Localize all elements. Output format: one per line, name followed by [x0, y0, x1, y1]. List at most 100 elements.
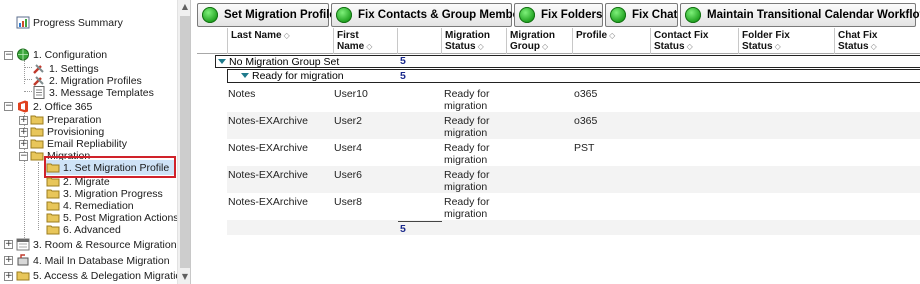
button-label: Set Migration Profile — [224, 9, 336, 21]
table-row[interactable]: Notes User10 Ready for migration o365 — [227, 85, 920, 112]
sort-icon: ◇ — [686, 42, 693, 51]
tree-item-access-delegation-migration[interactable]: 5. Access & Delegation Migration — [16, 268, 187, 283]
set-migration-profile-button[interactable]: Set Migration Profile — [197, 3, 336, 27]
cell-first-name: User2 — [334, 115, 363, 127]
tree-connector — [24, 79, 32, 80]
button-label: Maintain Transitional Calendar Workflow — [707, 9, 920, 21]
tree-item-advanced[interactable]: 6. Advanced — [46, 222, 121, 237]
button-label: Fix Contacts & Group Members — [358, 9, 530, 21]
group-header[interactable]: Ready for migration — [241, 69, 344, 82]
scroll-up-arrow-icon[interactable]: ▲ — [178, 0, 190, 14]
column-header-folder-fix-status[interactable]: Folder Fix Status ◇ — [739, 28, 835, 54]
expand-toggle[interactable]: + — [4, 240, 13, 249]
total-count: 5 — [400, 223, 406, 235]
folder-icon — [16, 271, 30, 281]
footer-row — [227, 220, 920, 235]
report-icon — [16, 16, 30, 29]
expand-triangle-icon[interactable] — [218, 59, 226, 64]
fix-contacts-group-members-button[interactable]: Fix Contacts & Group Members — [331, 3, 530, 27]
column-label: Last Name — [231, 30, 282, 41]
tree-item-label: 6. Advanced — [63, 223, 121, 236]
cell-last-name: Notes-EXArchive — [228, 142, 308, 154]
expand-toggle[interactable]: + — [19, 140, 28, 149]
sort-icon: ◇ — [609, 31, 616, 40]
green-circle-icon — [202, 7, 218, 23]
collapse-toggle[interactable]: − — [4, 102, 13, 111]
column-header-chat-fix-status[interactable]: Chat Fix Status ◇ — [835, 28, 920, 54]
table-row[interactable]: Notes-EXArchive User4 Ready for migratio… — [227, 139, 920, 166]
cell-first-name: User4 — [334, 142, 363, 154]
cell-last-name: Notes-EXArchive — [228, 196, 308, 208]
expand-toggle[interactable]: + — [19, 128, 28, 137]
tree-item-label: 4. Mail In Database Migration — [33, 254, 170, 267]
green-circle-icon — [685, 7, 701, 23]
cell-last-name: Notes-EXArchive — [228, 115, 308, 127]
tree-item-room-resource-migration[interactable]: 3. Room & Resource Migration — [16, 237, 177, 252]
folder-icon — [30, 151, 44, 161]
group-count: 5 — [400, 55, 406, 67]
table-row[interactable]: Notes-EXArchive User6 Ready for migratio… — [227, 166, 920, 193]
sort-icon: ◇ — [870, 42, 877, 51]
mailbox-icon — [17, 254, 29, 266]
globe-icon — [17, 48, 29, 61]
green-circle-icon — [610, 7, 626, 23]
cell-first-name: User6 — [334, 169, 363, 181]
cell-migration-status: Ready for migration — [444, 169, 490, 193]
column-label: Profile — [576, 30, 608, 41]
action-toolbar: Set Migration Profile Fix Contacts & Gro… — [197, 3, 920, 27]
column-label: Folder Fix Status — [742, 30, 790, 52]
cell-migration-status: Ready for migration — [444, 196, 490, 220]
folder-icon — [46, 225, 60, 235]
tree-item-progress-summary[interactable]: Progress Summary — [16, 15, 123, 30]
cell-last-name: Notes — [228, 88, 256, 100]
column-label: Contact Fix Status — [654, 30, 709, 52]
table-row[interactable]: Notes-EXArchive User2 Ready for migratio… — [227, 112, 920, 139]
sort-icon: ◇ — [366, 42, 373, 51]
cell-migration-status: Ready for migration — [444, 115, 490, 139]
scroll-down-arrow-icon[interactable]: ▼ — [178, 270, 190, 284]
column-header-migration-status[interactable]: Migration Status ◇ — [442, 28, 507, 54]
collapse-toggle[interactable]: − — [19, 152, 28, 161]
green-circle-icon — [336, 7, 352, 23]
navigation-tree: Progress Summary − 1. Configuration 1. S… — [0, 0, 191, 284]
expand-triangle-icon[interactable] — [241, 73, 249, 78]
cell-profile: o365 — [574, 115, 598, 127]
tree-item-message-templates[interactable]: 3. Message Templates — [32, 85, 154, 100]
fix-chat-button[interactable]: Fix Chat — [605, 3, 678, 27]
expand-toggle[interactable]: + — [4, 272, 13, 281]
column-header-contact-fix-status[interactable]: Contact Fix Status ◇ — [651, 28, 739, 54]
column-label: Migration Group — [510, 30, 555, 52]
cell-last-name: Notes-EXArchive — [228, 169, 308, 181]
users-grid: Last Name ◇ First Name ◇ Migration Status ◇… — [197, 28, 920, 284]
collapse-toggle[interactable]: − — [4, 51, 13, 60]
sort-icon: ◇ — [774, 42, 781, 51]
scrollbar-thumb[interactable] — [180, 16, 190, 268]
column-header-migration-group[interactable]: Migration Group ◇ — [507, 28, 573, 54]
tree-item-mail-in-database-migration[interactable]: 4. Mail In Database Migration — [16, 253, 170, 268]
tree-item-configuration[interactable]: 1. Configuration — [16, 47, 107, 62]
cell-profile: PST — [574, 142, 595, 154]
document-icon — [33, 86, 45, 99]
tree-item-label: 5. Access & Delegation Migration — [33, 269, 188, 282]
fix-folders-button[interactable]: Fix Folders — [514, 3, 603, 27]
column-header-profile[interactable]: Profile ◇ — [573, 28, 651, 54]
expand-toggle[interactable]: + — [19, 116, 28, 125]
tree-item-label: 1. Configuration — [33, 48, 108, 61]
sort-icon: ◇ — [477, 42, 484, 51]
column-header-first-name[interactable]: First Name ◇ — [334, 28, 398, 54]
tree-connector — [24, 91, 32, 92]
summary-divider — [398, 221, 442, 222]
office-icon — [18, 100, 28, 113]
tree-item-label: Progress Summary — [33, 16, 123, 29]
tree-scrollbar[interactable]: ▲ ▼ — [177, 0, 190, 284]
tree-connector — [38, 162, 39, 230]
maintain-transitional-calendar-workflow-button[interactable]: Maintain Transitional Calendar Workflow — [680, 3, 920, 27]
cell-migration-status: Ready for migration — [444, 88, 490, 112]
column-header-count[interactable] — [398, 28, 442, 54]
group-header[interactable]: No Migration Group Set — [218, 55, 339, 68]
column-header-last-name[interactable]: Last Name ◇ — [228, 28, 334, 54]
group-count: 5 — [400, 70, 406, 82]
table-row[interactable]: Notes-EXArchive User8 Ready for migratio… — [227, 193, 920, 220]
expand-toggle[interactable]: + — [4, 256, 13, 265]
tree-connector — [24, 60, 25, 84]
